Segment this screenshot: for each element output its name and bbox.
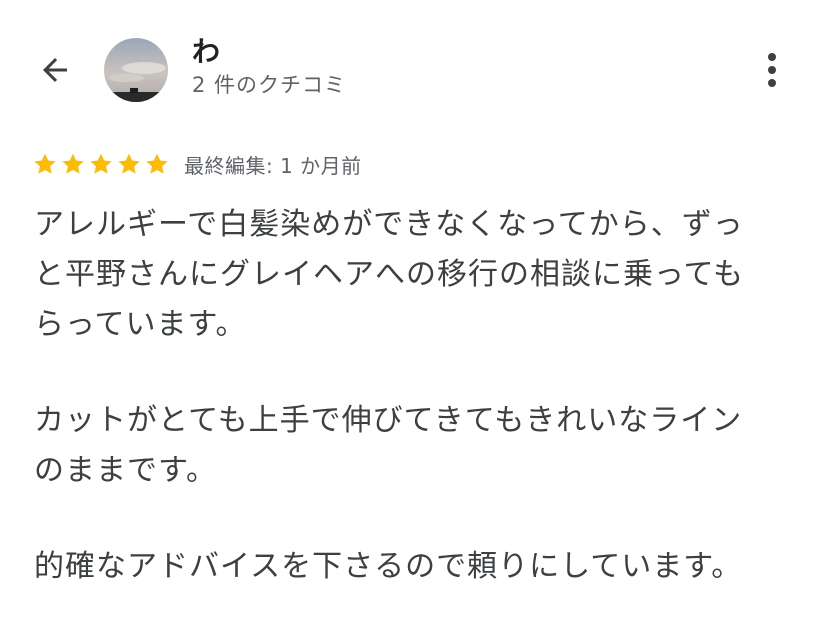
review-header: わ 2 件のクチコミ	[0, 0, 828, 130]
review-paragraph: アレルギーで白髪染めができなくなってから、ずっ と平野さんにグレイヘアへの移行の相…	[34, 200, 804, 350]
star-icon	[146, 153, 168, 174]
edited-timestamp: 最終編集: 1 か月前	[184, 153, 362, 178]
more-vert-icon	[768, 53, 776, 87]
review-line: 的確なアドバイスを下さるので頼りにしています。	[34, 549, 743, 584]
star-rating	[32, 151, 170, 177]
review-line: のままです。	[34, 453, 217, 488]
review-line: らっています。	[34, 307, 247, 342]
review-line: カットがとても上手で伸びてきてもきれいなライン	[34, 403, 743, 438]
avatar[interactable]	[104, 38, 168, 102]
review-paragraph: 的確なアドバイスを下さるので頼りにしています。	[34, 542, 804, 592]
star-icon	[90, 153, 112, 174]
review-line: アレルギーで白髪染めができなくなってから、ずっ	[34, 207, 744, 242]
star-icon	[34, 153, 56, 174]
arrow-back-icon	[43, 58, 67, 82]
more-options-button[interactable]	[752, 48, 792, 92]
star-icon	[118, 153, 140, 174]
review-paragraph: カットがとても上手で伸びてきてもきれいなライン のままです。	[34, 396, 804, 496]
star-icon	[62, 153, 84, 174]
avatar-image	[104, 38, 168, 102]
reviewer-name[interactable]: わ	[192, 34, 220, 70]
review-line: と平野さんにグレイヘアへの移行の相談に乗っても	[34, 257, 744, 292]
review-count[interactable]: 2 件のクチコミ	[192, 70, 346, 100]
rating-row: 最終編集: 1 か月前	[32, 146, 362, 182]
review-text: アレルギーで白髪染めができなくなってから、ずっ と平野さんにグレイヘアへの移行の相…	[34, 200, 804, 638]
back-button[interactable]	[30, 45, 80, 95]
